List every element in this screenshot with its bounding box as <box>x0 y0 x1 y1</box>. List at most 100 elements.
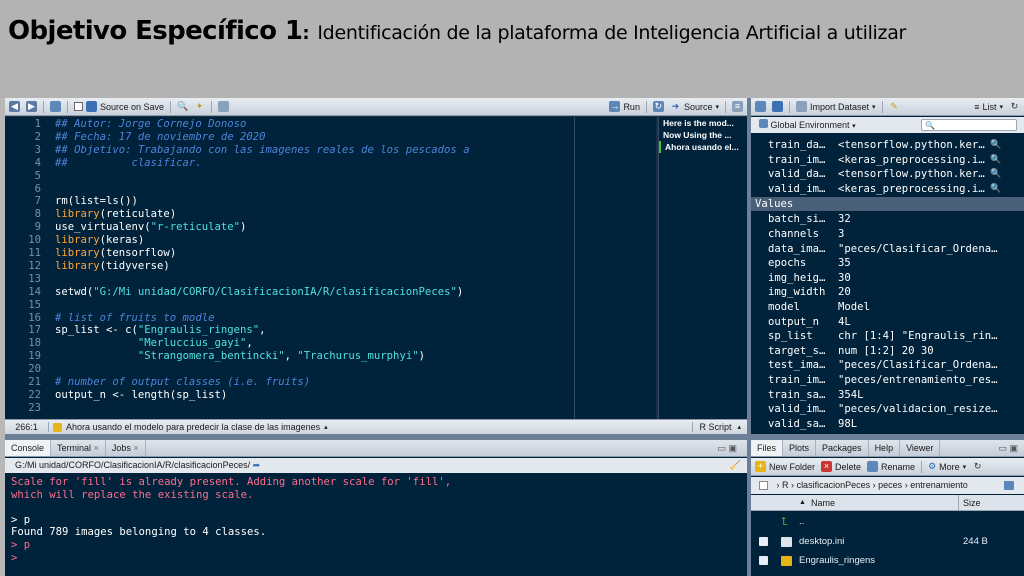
view-data-icon[interactable]: 🔍 <box>990 182 1001 197</box>
rename-button[interactable]: Rename <box>867 461 915 472</box>
environment-data-row[interactable]: train_im… <keras_preprocessing.i… 🔍 <box>751 153 1024 168</box>
file-row[interactable]: desktop.ini 244 B <box>751 532 1024 551</box>
breadcrumb-item[interactable]: entrenamiento <box>910 480 968 490</box>
code-line[interactable]: "Merluccius_gayi", <box>55 337 253 350</box>
environment-value-row[interactable]: train_im… "peces/entrenamiento_res… <box>751 373 1024 388</box>
environment-value-row[interactable]: sp_list chr [1:4] "Engraulis_rin… <box>751 329 1024 344</box>
file-name[interactable]: Engraulis_ringens <box>799 551 875 570</box>
minimize-icon[interactable]: ▭ ▣ <box>717 440 737 456</box>
tab-terminal[interactable]: Terminal × <box>51 440 106 456</box>
minimize-icon[interactable]: ▭ ▣ <box>998 440 1018 456</box>
code-line[interactable]: library(tensorflow) <box>55 247 176 260</box>
open-icon[interactable] <box>755 101 766 112</box>
source-button[interactable]: ➜ Source ▾ <box>670 101 719 112</box>
environment-scope[interactable]: Global Environment <box>771 120 850 130</box>
save-icon[interactable] <box>772 101 783 112</box>
breadcrumb-item[interactable]: R <box>782 480 789 490</box>
import-dataset-button[interactable]: Import Dataset ▾ <box>796 101 876 112</box>
tab-viewer[interactable]: Viewer <box>900 440 941 456</box>
environment-value-row[interactable]: model Model <box>751 300 1024 315</box>
code-line[interactable]: library(tidyverse) <box>55 260 170 273</box>
outline-item[interactable]: Here is the mod... <box>659 117 747 129</box>
file-name[interactable]: .. <box>799 512 804 531</box>
code-line[interactable]: setwd("G:/Mi unidad/CORFO/ClasificacionI… <box>55 286 463 299</box>
environment-value-row[interactable]: output_n 4L <box>751 315 1024 330</box>
tab-plots[interactable]: Plots <box>783 440 817 456</box>
tab-files[interactable]: Files <box>751 440 784 456</box>
refresh-icon[interactable]: ↻ <box>972 461 983 472</box>
environment-value-row[interactable]: valid_im… "peces/validacion_resize… <box>751 402 1024 417</box>
environment-value-row[interactable]: test_ima… "peces/Clasificar_Ordena… <box>751 358 1024 373</box>
code-line[interactable]: ## Autor: Jorge Cornejo Donoso <box>55 118 246 131</box>
environment-value-row[interactable]: data_ima… "peces/Clasificar_Ordena… <box>751 242 1024 257</box>
environment-search-input[interactable]: 🔍 <box>921 119 1017 131</box>
file-name[interactable]: desktop.ini <box>799 532 844 551</box>
refresh-icon[interactable]: ↻ <box>1009 101 1020 112</box>
outline-item[interactable]: Now Using the ... <box>659 129 747 141</box>
compile-report-icon[interactable] <box>218 101 230 112</box>
view-data-icon[interactable]: 🔍 <box>990 153 1001 168</box>
environment-value-row[interactable]: img_width 20 <box>751 285 1024 300</box>
environment-value-row[interactable]: train_sa… 354L <box>751 388 1024 403</box>
code-editor[interactable]: 1 ## Autor: Jorge Cornejo Donoso 2 ## Fecha… <box>5 117 656 419</box>
tab-help[interactable]: Help <box>869 440 901 456</box>
code-line[interactable]: "Strangomera_bentincki", "Trachurus_murp… <box>55 350 425 363</box>
code-line[interactable]: # number of output classes (i.e. fruits) <box>55 376 310 389</box>
broom-icon[interactable]: 🧹 <box>730 458 741 473</box>
source-on-save-toggle[interactable]: Source on Save <box>74 101 164 112</box>
magic-wand-icon[interactable]: ✦ <box>194 101 205 112</box>
environment-value-row[interactable]: target_s… num [1:2] 20 30 <box>751 344 1024 359</box>
environment-data-row[interactable]: valid_im… <keras_preprocessing.i… 🔍 <box>751 182 1024 197</box>
code-line[interactable]: rm(list=ls()) <box>55 195 138 208</box>
code-line[interactable]: ## clasificar. <box>55 157 202 170</box>
environment-value-row[interactable]: valid_sa… 98L <box>751 417 1024 432</box>
search-icon[interactable]: 🔍 <box>177 101 188 112</box>
file-row[interactable]: Engraulis_ringens <box>751 551 1024 570</box>
broom-icon[interactable]: ✎ <box>889 101 900 112</box>
checkbox-icon[interactable] <box>759 481 768 491</box>
outline-toggle-icon[interactable]: ≡ <box>732 101 743 112</box>
tab-console[interactable]: Console <box>5 440 52 456</box>
outline-item-active[interactable]: Ahora usando el... <box>659 141 747 153</box>
file-type[interactable]: R Script <box>692 422 737 432</box>
current-section[interactable]: Ahora usando el modelo para predecir la … <box>66 422 320 432</box>
show-in-window-icon[interactable] <box>50 101 61 112</box>
view-mode-dropdown[interactable]: ≡ List ▾ <box>974 102 1003 112</box>
code-line[interactable]: use_virtualenv("r-reticulate") <box>55 221 246 234</box>
new-folder-button[interactable]: + New Folder <box>755 461 815 472</box>
tab-packages[interactable]: Packages <box>816 440 869 456</box>
environment-value-row[interactable]: batch_si… 32 <box>751 212 1024 227</box>
checkbox-icon[interactable] <box>759 556 768 565</box>
go-to-working-dir-icon[interactable] <box>1004 481 1014 490</box>
code-line[interactable]: output_n <- length(sp_list) <box>55 389 227 402</box>
run-button[interactable]: → Run <box>609 101 640 112</box>
code-line[interactable]: # list of fruits to modle <box>55 312 214 325</box>
go-to-directory-icon[interactable]: ➦ <box>253 460 261 470</box>
file-row[interactable]: ⮤.. <box>751 512 1024 531</box>
more-button[interactable]: ⚙ More ▾ <box>928 461 966 472</box>
environment-value-row[interactable]: epochs 35 <box>751 256 1024 271</box>
environment-data-row[interactable]: valid_da… <tensorflow.python.ker… 🔍 <box>751 167 1024 182</box>
delete-button[interactable]: × Delete <box>821 461 861 472</box>
breadcrumb-item[interactable]: peces <box>878 480 902 490</box>
environment-value-row[interactable]: channels 3 <box>751 227 1024 242</box>
code-line[interactable]: ## Objetivo: Trabajando con las imagenes… <box>55 144 470 157</box>
close-icon[interactable]: × <box>133 443 138 453</box>
back-arrow-icon[interactable]: ◀ <box>9 101 20 112</box>
rerun-icon[interactable]: ↻ <box>652 101 664 112</box>
breadcrumb-item[interactable]: clasificacionPeces <box>797 480 871 490</box>
column-size[interactable]: Size <box>958 495 981 511</box>
close-icon[interactable]: × <box>94 443 99 453</box>
checkbox-icon[interactable] <box>759 536 768 546</box>
code-line[interactable]: sp_list <- c("Engraulis_ringens", <box>55 324 266 337</box>
environment-data-row[interactable]: train_da… <tensorflow.python.ker… 🔍 <box>751 138 1024 153</box>
code-line[interactable]: library(keras) <box>55 234 144 247</box>
view-data-icon[interactable]: 🔍 <box>990 138 1001 153</box>
view-data-icon[interactable]: 🔍 <box>990 167 1001 182</box>
forward-arrow-icon[interactable]: ▶ <box>26 101 37 112</box>
code-line[interactable]: library(reticulate) <box>55 208 176 221</box>
code-line[interactable]: ## Fecha: 17 de noviembre de 2020 <box>55 131 265 144</box>
tab-jobs[interactable]: Jobs × <box>106 440 146 456</box>
environment-value-row[interactable]: img_heig… 30 <box>751 271 1024 286</box>
column-name[interactable]: Name <box>811 495 835 511</box>
